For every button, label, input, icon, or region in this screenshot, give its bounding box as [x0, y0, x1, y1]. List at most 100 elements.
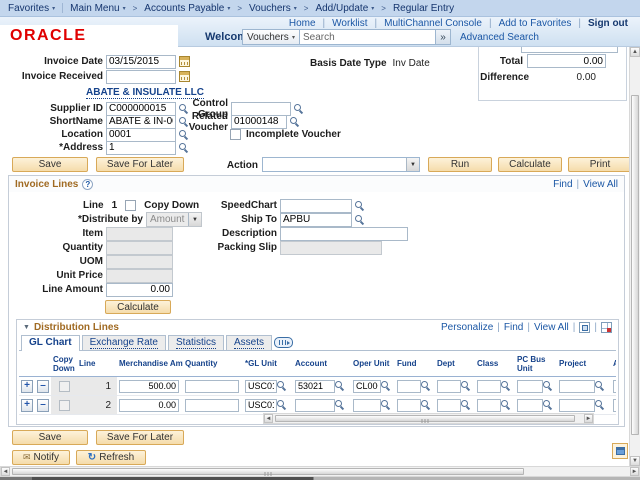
lookup-icon[interactable]: [421, 400, 431, 410]
lookup-icon[interactable]: [290, 116, 300, 127]
ship-to-input[interactable]: [280, 212, 352, 227]
project-input[interactable]: [559, 398, 595, 412]
print-button[interactable]: Print: [568, 157, 632, 172]
home-link[interactable]: Home: [289, 18, 316, 29]
line-calculate-button[interactable]: Calculate: [105, 300, 171, 314]
add-row-button[interactable]: +: [21, 398, 33, 412]
lookup-icon[interactable]: [501, 400, 511, 410]
lookup-icon[interactable]: [543, 381, 553, 391]
lookup-icon[interactable]: [595, 381, 605, 391]
search-input[interactable]: [300, 29, 436, 45]
lookup-icon[interactable]: [355, 200, 365, 211]
description-input[interactable]: [280, 226, 408, 241]
grid-find-link[interactable]: Find: [504, 322, 523, 333]
tab-gl-chart[interactable]: GL Chart: [21, 335, 80, 351]
lookup-icon[interactable]: [595, 400, 605, 410]
scroll-right-button[interactable]: ►: [584, 414, 593, 423]
lookup-icon[interactable]: [381, 400, 391, 410]
breadcrumb-regular-entry[interactable]: Regular Entry: [393, 3, 454, 14]
total-input[interactable]: [527, 54, 606, 68]
scroll-left-button[interactable]: ◄: [1, 467, 10, 476]
dept-input[interactable]: [437, 379, 461, 393]
calendar-icon[interactable]: [179, 71, 190, 82]
zoom-grid-icon[interactable]: [579, 322, 591, 333]
grid-view-all-link[interactable]: View All: [534, 322, 569, 333]
find-link[interactable]: Find: [553, 179, 572, 190]
vertical-scrollbar[interactable]: ▲ ▼: [629, 47, 640, 466]
page-horizontal-scrollbar[interactable]: ◄ ►: [0, 466, 640, 477]
personalize-link[interactable]: Personalize: [441, 322, 493, 333]
view-all-link[interactable]: View All: [583, 179, 618, 190]
multichannel-console-link[interactable]: MultiChannel Console: [384, 18, 482, 29]
lookup-icon[interactable]: [179, 142, 189, 153]
tab-exchange-rate[interactable]: Exchange Rate: [81, 335, 166, 350]
download-grid-icon[interactable]: [601, 322, 612, 333]
project-input[interactable]: [559, 379, 595, 393]
calculate-button[interactable]: Calculate: [498, 157, 562, 172]
bottom-save-for-later-button[interactable]: Save For Later: [96, 430, 184, 445]
copy-down-checkbox[interactable]: [125, 200, 137, 211]
scroll-up-button[interactable]: ▲: [630, 47, 640, 57]
speedchart-input[interactable]: [280, 198, 352, 213]
scroll-down-button[interactable]: ▼: [630, 456, 640, 466]
class-input[interactable]: [477, 398, 501, 412]
dept-input[interactable]: [437, 398, 461, 412]
save-button[interactable]: Save: [12, 157, 88, 172]
scrollbar-thumb[interactable]: [12, 468, 524, 475]
account-input[interactable]: [295, 379, 335, 393]
search-scope-select[interactable]: Vouchers ▾: [242, 29, 300, 45]
save-for-later-button[interactable]: Save For Later: [96, 157, 184, 172]
quantity-cell-input[interactable]: [185, 379, 239, 393]
fund-input[interactable]: [397, 379, 421, 393]
favorites-menu[interactable]: Favorites ▾: [8, 3, 55, 14]
scrollbar-thumb[interactable]: [275, 415, 575, 422]
delete-row-button[interactable]: –: [37, 379, 49, 393]
tab-assets[interactable]: Assets: [226, 335, 273, 350]
lookup-icon[interactable]: [355, 214, 365, 225]
class-input[interactable]: [477, 379, 501, 393]
lookup-icon[interactable]: [421, 381, 431, 391]
quantity-cell-input[interactable]: [185, 398, 239, 412]
address-input[interactable]: [106, 140, 176, 155]
gl-unit-input[interactable]: [245, 379, 277, 393]
worklist-link[interactable]: Worklist: [332, 18, 367, 29]
scroll-right-button[interactable]: ►: [630, 467, 639, 476]
breadcrumb-accounts-payable[interactable]: Accounts Payable ▾: [144, 3, 230, 14]
add-row-button[interactable]: +: [21, 379, 33, 393]
row-copy-down-checkbox[interactable]: [58, 399, 70, 411]
oper-unit-input[interactable]: [353, 398, 381, 412]
notify-button[interactable]: ✉ Notify: [12, 450, 70, 465]
calendar-icon[interactable]: [179, 56, 190, 67]
search-go-button[interactable]: »: [436, 29, 451, 45]
new-window-icon[interactable]: [612, 443, 628, 459]
incomplete-voucher-checkbox[interactable]: [230, 129, 241, 140]
delete-row-button[interactable]: –: [37, 398, 49, 412]
breadcrumb-vouchers[interactable]: Vouchers ▾: [249, 3, 297, 14]
tab-statistics[interactable]: Statistics: [168, 335, 225, 350]
gl-unit-input[interactable]: [245, 398, 277, 412]
lookup-icon[interactable]: [335, 400, 345, 410]
action-select[interactable]: ▼: [262, 157, 420, 172]
lookup-icon[interactable]: [294, 103, 304, 114]
oper-unit-input[interactable]: [353, 379, 381, 393]
advanced-search-link[interactable]: Advanced Search: [460, 32, 539, 43]
sign-out-link[interactable]: Sign out: [588, 18, 628, 29]
collapse-icon[interactable]: ▼: [23, 324, 30, 331]
lookup-icon[interactable]: [277, 400, 287, 410]
merchandise-amt-input[interactable]: [119, 379, 179, 393]
lookup-icon[interactable]: [277, 381, 287, 391]
lookup-icon[interactable]: [335, 381, 345, 391]
lookup-icon[interactable]: [501, 381, 511, 391]
scroll-left-button[interactable]: ◄: [264, 414, 273, 423]
pc-bus-unit-input[interactable]: [517, 398, 543, 412]
lookup-icon[interactable]: [179, 129, 189, 140]
add-to-favorites-link[interactable]: Add to Favorites: [499, 18, 572, 29]
show-all-tabs-icon[interactable]: [274, 337, 294, 348]
lookup-icon[interactable]: [461, 400, 471, 410]
lookup-icon[interactable]: [381, 381, 391, 391]
row-copy-down-checkbox[interactable]: [58, 380, 70, 392]
lookup-icon[interactable]: [543, 400, 553, 410]
refresh-button[interactable]: ↻ Refresh: [76, 450, 146, 465]
pc-bus-unit-input[interactable]: [517, 379, 543, 393]
activity-input[interactable]: [613, 398, 616, 412]
